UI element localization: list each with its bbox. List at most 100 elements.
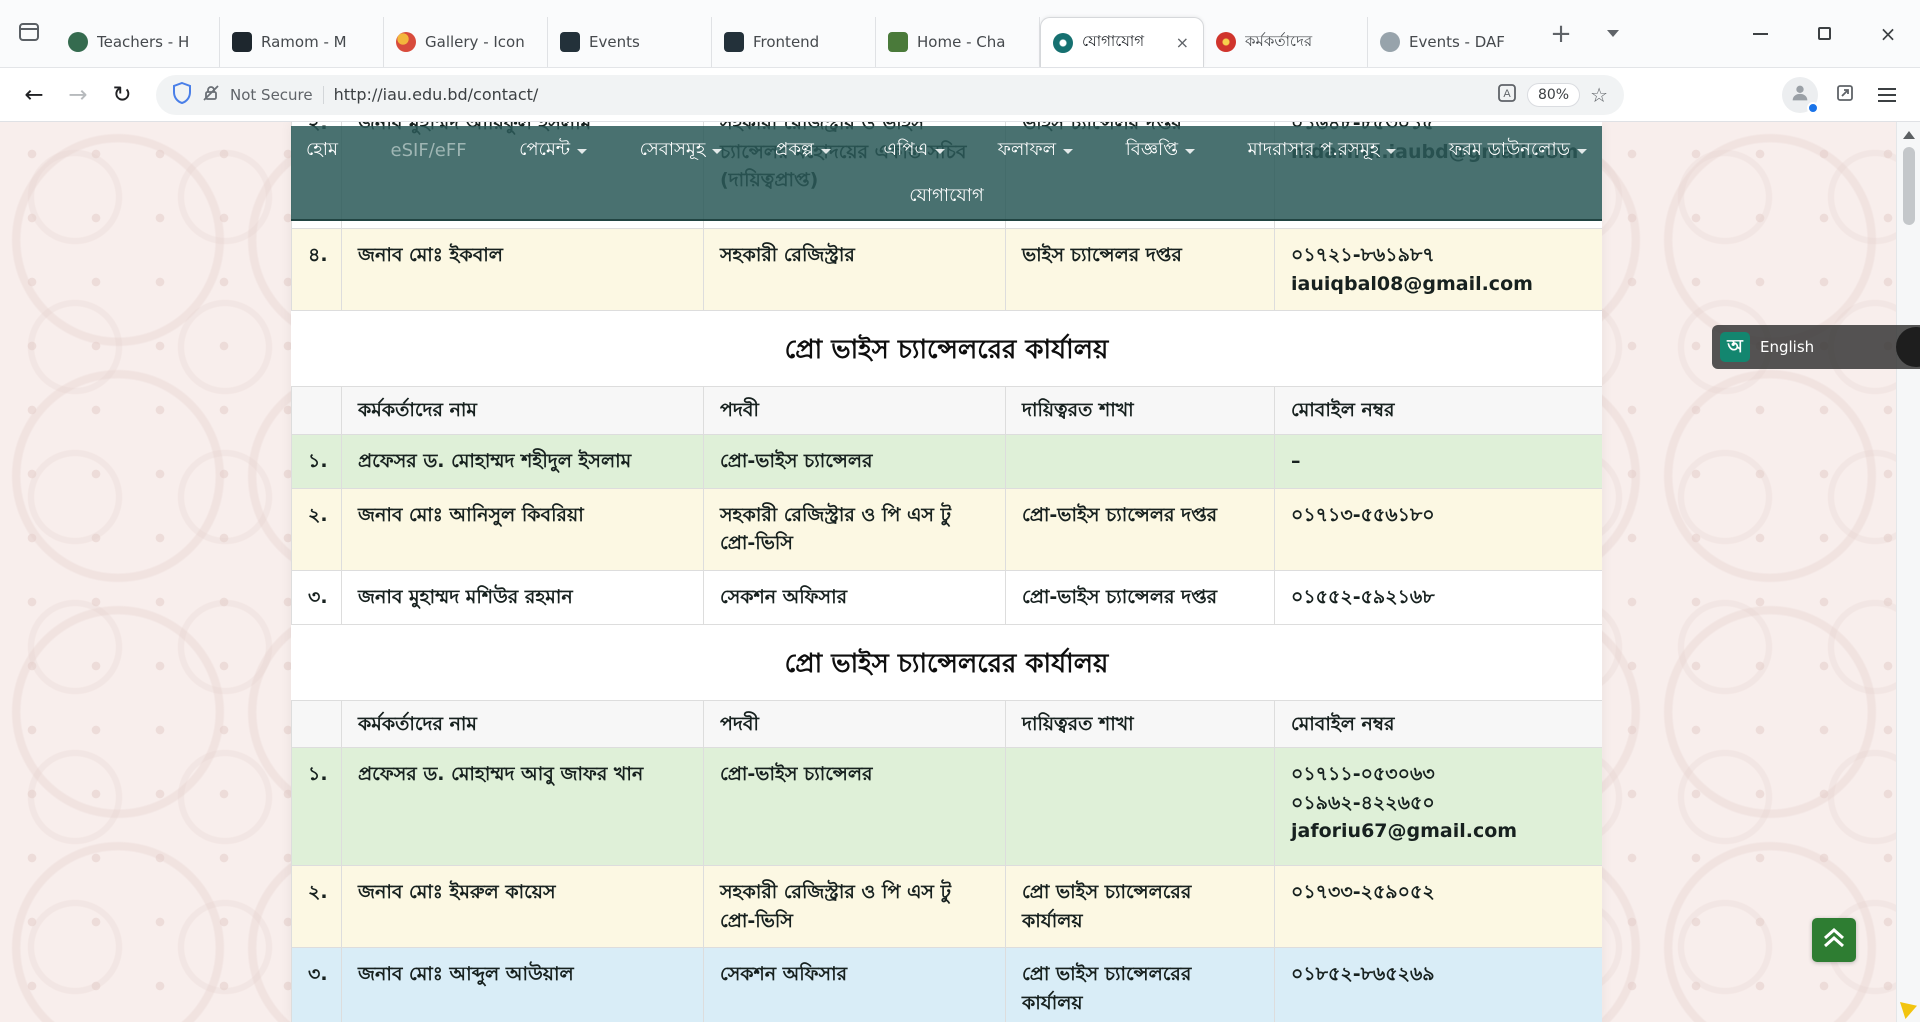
phone-number: – xyxy=(1291,447,1586,476)
nav-item-esif[interactable]: eSIF/eFF xyxy=(386,140,472,161)
mobile-cell: ০১৭১৩-৫৫৬১৮০ xyxy=(1275,488,1603,570)
nav-item-label: ফরম ডাউনলোড xyxy=(1449,135,1570,166)
nav-item-label: মাদরাসার প.রসমূহ xyxy=(1248,135,1380,166)
nav-item-label: প্রকল্প xyxy=(775,135,814,166)
email-address: iauiqbal08@gmail.com xyxy=(1291,270,1586,299)
serial-cell: ১. xyxy=(292,434,342,488)
browser-tab[interactable]: Teachers - H xyxy=(56,17,220,67)
scrollbar-yellow-marker xyxy=(1900,1002,1917,1019)
name-cell: জনাব মোঃ আনিসুল কিবরিয়া xyxy=(342,488,704,570)
close-window-button[interactable]: × xyxy=(1856,0,1920,67)
position-cell: সহকারী রেজিস্ট্রার xyxy=(704,229,1006,311)
phone-number: ০১৫৫২-৫৯২১৬৮ xyxy=(1291,583,1586,612)
table-row: ৩. জনাব মুহাম্মদ মশিউর রহমান সেকশন অফিসা… xyxy=(292,570,1603,624)
translate-icon[interactable]: A xyxy=(1497,83,1517,107)
tab-title: Events - DAF xyxy=(1409,33,1520,51)
browser-tab[interactable]: Home - Cha xyxy=(876,17,1040,67)
department-cell xyxy=(1006,748,1275,866)
language-flag-circle xyxy=(1896,327,1920,367)
mobile-cell: ০১৮৫২-৮৬৫২৬৯ xyxy=(1275,948,1603,1022)
phone-number: ০১৯৬২-৪২২৬৫০ xyxy=(1291,789,1586,818)
lock-slash-icon[interactable] xyxy=(202,84,220,106)
browser-tab[interactable]: কর্মকর্তাদের xyxy=(1204,17,1368,67)
position-cell: প্রো-ভাইস চ্যান্সেলর xyxy=(704,748,1006,866)
section-title: প্রো ভাইস চ্যান্সেলরের কার্যালয় xyxy=(291,311,1602,386)
vertical-scrollbar[interactable] xyxy=(1896,122,1920,1022)
mobile-cell: – xyxy=(1275,434,1603,488)
serial-cell: ২. xyxy=(292,866,342,948)
tab-close-icon[interactable]: × xyxy=(1174,33,1191,52)
frontend-icon xyxy=(724,32,744,52)
browser-tab[interactable]: Ramom - M xyxy=(220,17,384,67)
browser-tab[interactable]: Gallery - Icon xyxy=(384,17,548,67)
mobile-cell: ০১৫৫২-৫৯২১৬৮ xyxy=(1275,570,1603,624)
nav-item-apa[interactable]: এপিএ xyxy=(878,135,950,166)
close-icon: × xyxy=(1880,24,1897,44)
nav-item-contact[interactable]: যোগাযোগ xyxy=(904,181,989,212)
minimize-button[interactable] xyxy=(1728,0,1792,67)
nav-item-projects[interactable]: প্রকল্প xyxy=(770,135,836,166)
nav-item-label: সেবাসমূহ xyxy=(640,135,706,166)
nav-item-label: এপিএ xyxy=(883,135,928,166)
nav-item-form-download[interactable]: ফরম ডাউনলোড xyxy=(1444,135,1592,166)
table-header-row: কর্মকর্তাদের নাম পদবী দায়িত্বরত শাখা মো… xyxy=(292,700,1603,748)
department-cell: প্রো ভাইস চ্যান্সেলরের কার্যালয় xyxy=(1006,948,1275,1022)
address-bar[interactable]: Not Secure http://iau.edu.bd/contact/ A … xyxy=(156,75,1624,115)
favorite-star-icon[interactable]: ☆ xyxy=(1590,83,1608,107)
tab-actions-button[interactable] xyxy=(8,13,50,55)
new-tab-button[interactable]: + xyxy=(1542,15,1580,53)
scrollbar-thumb[interactable] xyxy=(1903,147,1915,225)
security-label[interactable]: Not Secure xyxy=(230,86,313,104)
menu-button[interactable] xyxy=(1868,76,1906,114)
refresh-button[interactable]: ↻ xyxy=(102,75,142,115)
name-cell: প্রফেসর ড. মোহাম্মদ শহীদুল ইসলাম xyxy=(342,434,704,488)
maximize-button[interactable] xyxy=(1792,0,1856,67)
collections-button[interactable] xyxy=(1826,76,1864,114)
language-switcher[interactable]: অ English xyxy=(1712,325,1920,369)
browser-tab[interactable]: Frontend xyxy=(712,17,876,67)
browser-tab[interactable]: Events - DAF xyxy=(1368,17,1532,67)
name-cell: জনাব মুহাম্মদ মশিউর রহমান xyxy=(342,570,704,624)
column-header: দায়িত্বরত শাখা xyxy=(1006,387,1275,435)
chevron-down-icon xyxy=(1607,30,1619,37)
nav-item-label: হোম xyxy=(306,135,338,166)
column-header: পদবী xyxy=(704,700,1006,748)
column-header xyxy=(292,387,342,435)
nav-item-home[interactable]: হোম xyxy=(301,135,343,166)
url-text[interactable]: http://iau.edu.bd/contact/ xyxy=(334,85,539,104)
caret-down-icon xyxy=(1063,149,1073,154)
tab-title: Events xyxy=(589,33,699,51)
department-cell: ভাইস চ্যান্সেলর দপ্তর xyxy=(1006,229,1275,311)
forward-button[interactable]: → xyxy=(58,75,98,115)
caret-down-icon xyxy=(821,149,831,154)
table-row: ১. প্রফেসর ড. মোহাম্মদ আবু জাফর খান প্রো… xyxy=(292,748,1603,866)
phone-number: ০১৭১১-০৫৩০৬৩ xyxy=(1291,760,1586,789)
nav-item-madrasah-list[interactable]: মাদরাসার প.রসমূহ xyxy=(1243,135,1402,166)
browser-tab-active[interactable]: যোগাযোগ × xyxy=(1040,17,1204,67)
notification-dot xyxy=(1807,102,1819,114)
table-row: ৪. জনাব মোঃ ইকবাল সহকারী রেজিস্ট্রার ভাই… xyxy=(292,229,1603,311)
nav-item-notice[interactable]: বিজ্ঞপ্তি xyxy=(1121,135,1200,166)
browser-tab[interactable]: Events xyxy=(548,17,712,67)
shield-icon[interactable] xyxy=(172,82,192,108)
profile-avatar-button[interactable] xyxy=(1782,77,1818,113)
site-main-nav: হোম eSIF/eFF পেমেন্ট সেবাসমূহ প্রকল্প এপ… xyxy=(291,126,1602,221)
zoom-level-badge[interactable]: 80% xyxy=(1527,83,1580,107)
tab-title: Teachers - H xyxy=(97,33,207,51)
scroll-to-top-button[interactable] xyxy=(1812,918,1856,962)
department-cell: প্রো-ভাইস চ্যান্সেলর দপ্তর xyxy=(1006,570,1275,624)
nav-item-results[interactable]: ফলাফল xyxy=(993,135,1078,166)
govt-seal-icon xyxy=(1216,32,1236,52)
scrollbar-up-arrow[interactable] xyxy=(1903,131,1915,139)
caret-down-icon xyxy=(1386,149,1396,154)
officers-table: কর্মকর্তাদের নাম পদবী দায়িত্বরত শাখা মো… xyxy=(291,386,1602,625)
tab-search-button[interactable] xyxy=(1594,15,1632,53)
nav-item-payment[interactable]: পেমেন্ট xyxy=(514,135,592,166)
serial-cell: ২. xyxy=(292,488,342,570)
back-button[interactable]: ← xyxy=(14,75,54,115)
daf-events-icon xyxy=(1380,32,1400,52)
nav-item-services[interactable]: সেবাসমূহ xyxy=(635,135,728,166)
tab-actions-icon xyxy=(17,20,41,48)
svg-text:A: A xyxy=(1503,88,1511,100)
university-crest-icon xyxy=(68,32,88,52)
